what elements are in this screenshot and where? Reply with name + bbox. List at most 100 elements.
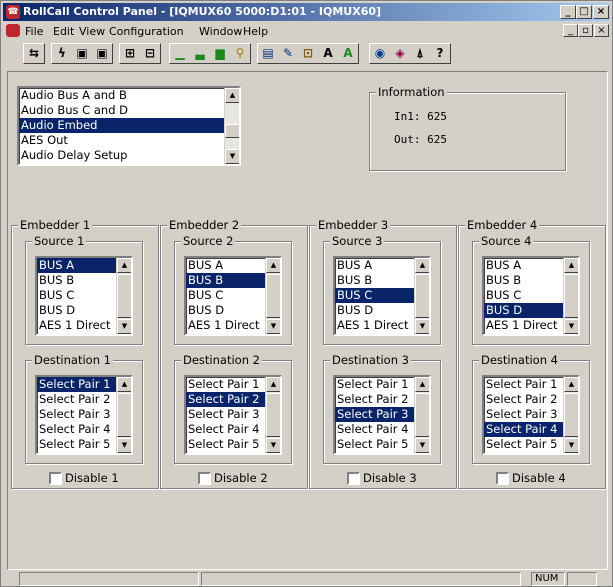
destination-list[interactable]: Select Pair 1 Select Pair 2 Select Pair 3S… [333,375,431,455]
mdi-close-button[interactable]: × [594,24,609,37]
scroll-up-icon[interactable]: ▲ [117,258,131,273]
list-item[interactable]: Select Pair 2 [335,392,414,407]
scroll-up-icon[interactable]: ▲ [415,377,429,392]
close-button[interactable]: × [593,5,609,19]
menu-window[interactable]: Window [199,25,242,38]
bar-large-icon[interactable]: ▆ [210,44,230,63]
list-item[interactable]: BUS C [484,288,563,303]
list-item[interactable]: Select Pair 5 [37,437,116,452]
scroll-down-icon[interactable]: ▼ [266,438,280,453]
list-item[interactable]: Select Pair 3 [37,407,116,422]
scrollbar[interactable]: ▲ ▼ [224,88,239,164]
scroll-thumb[interactable] [117,274,131,318]
save-icon[interactable]: ▣ [72,44,92,63]
list-item[interactable]: BUS D [335,303,414,318]
list-item[interactable]: BUS B [37,273,116,288]
scroll-up-icon[interactable]: ▲ [225,88,239,103]
save-all-icon[interactable]: ▣ [92,44,112,63]
list-item[interactable]: Select Pair 6 [335,452,414,453]
list-item[interactable]: Select Pair 1 [37,377,116,392]
list-item[interactable]: BUS B [484,273,563,288]
list-item[interactable]: AES 1 Direct [37,318,116,333]
list-item[interactable]: Select Pair 3 [186,407,265,422]
search-icon[interactable]: ⚲ [230,44,250,63]
list-item[interactable]: Select Pair 4 [186,422,265,437]
list-item[interactable]: Select Pair 2 [37,392,116,407]
list-item[interactable]: Select Pair 4 [335,422,414,437]
list-item[interactable]: Select Pair 6 [186,452,265,453]
scroll-down-icon[interactable]: ▼ [266,319,280,334]
document-icon[interactable] [6,24,20,37]
source-list[interactable]: BUS ABUS BBUS CBUS DAES 1 DirectAES 2 Di… [184,256,282,336]
bar-small-icon[interactable]: ▁ [170,44,190,63]
scroll-down-icon[interactable]: ▼ [117,438,131,453]
scroll-down-icon[interactable]: ▼ [117,319,131,334]
scroll-thumb[interactable] [266,274,280,318]
list-item[interactable]: AES 2 Direct [37,333,116,334]
list-item[interactable]: AES 2 Direct [186,333,265,334]
list-item[interactable]: Select Pair 3 [335,407,414,422]
question-icon[interactable]: ? [430,44,450,63]
disable-label[interactable]: Disable 4 [512,471,566,485]
destination-list[interactable]: Select Pair 1 Select Pair 2 Select Pair 3S… [184,375,282,455]
scroll-up-icon[interactable]: ▲ [564,377,578,392]
scrollbar[interactable]: ▲ ▼ [116,258,131,334]
menu-edit[interactable]: Edit [53,25,74,38]
list-item[interactable]: AES 1 Direct [484,318,563,333]
disable-label[interactable]: Disable 2 [214,471,268,485]
scroll-down-icon[interactable]: ▼ [564,438,578,453]
list-item[interactable]: Select Pair 3 [484,407,563,422]
list-item[interactable]: BUS A [37,258,116,273]
scroll-up-icon[interactable]: ▲ [266,377,280,392]
list-item[interactable]: BUS D [484,303,563,318]
list-item[interactable]: Select Pair 2 [484,392,563,407]
menu-help[interactable]: Help [243,25,268,38]
menu-configuration[interactable]: Configuration [109,25,184,38]
disable-checkbox[interactable] [198,472,211,485]
list-item[interactable]: Select Pair 6 [37,452,116,453]
source-list[interactable]: BUS ABUS BBUS CBUS DAES 1 DirectAES 2 Di… [333,256,431,336]
list-item[interactable]: BUS C [37,288,116,303]
scroll-thumb[interactable] [415,393,429,437]
scroll-down-icon[interactable]: ▼ [564,319,578,334]
list-item[interactable]: Select Pair 6 [484,452,563,453]
bar-medium-icon[interactable]: ▃ [190,44,210,63]
list-item[interactable]: Select Pair 4 [484,422,563,437]
scroll-down-icon[interactable]: ▼ [415,319,429,334]
scrollbar[interactable]: ▲ ▼ [563,258,578,334]
list-item[interactable]: Audio Bus A and B [19,88,224,103]
list-item[interactable]: Select Pair 2 [186,392,265,407]
list-item[interactable]: Select Pair 5 [335,437,414,452]
disable-checkbox[interactable] [49,472,62,485]
destination-list[interactable]: Select Pair 1 Select Pair 2 Select Pair 3S… [482,375,580,455]
lightning-icon[interactable]: ϟ [52,44,72,63]
network-icon[interactable]: ⊞ [120,44,140,63]
list-item[interactable]: BUS A [484,258,563,273]
list-item[interactable]: AES Out [19,133,224,148]
scrollbar[interactable]: ▲ ▼ [265,258,280,334]
scroll-thumb[interactable] [117,393,131,437]
disable-label[interactable]: Disable 3 [363,471,417,485]
list-item[interactable]: BUS A [335,258,414,273]
menu-view[interactable]: View [79,25,105,38]
scroll-up-icon[interactable]: ▲ [117,377,131,392]
scrollbar[interactable]: ▲ ▼ [563,377,578,453]
list-item[interactable]: Select Pair 1 [186,377,265,392]
scroll-thumb[interactable] [564,393,578,437]
list-item[interactable]: BUS C [335,288,414,303]
destination-list[interactable]: Select Pair 1 Select Pair 2 Select Pair 3S… [35,375,133,455]
list-item[interactable]: Select Pair 5 [186,437,265,452]
menu-list[interactable]: Audio Bus A and B Audio Bus C and D Audi… [17,86,241,166]
list-item[interactable]: BUS B [186,273,265,288]
source-list[interactable]: BUS ABUS BBUS CBUS DAES 1 DirectAES 2 Di… [35,256,133,336]
scrollbar[interactable]: ▲ ▼ [265,377,280,453]
source-list[interactable]: BUS ABUS BBUS CBUS DAES 1 DirectAES 2 Di… [482,256,580,336]
disable-checkbox[interactable] [496,472,509,485]
list-item[interactable]: Select Pair 4 [37,422,116,437]
list-item[interactable]: BUS B [335,273,414,288]
font-a-icon[interactable]: A [318,44,338,63]
scroll-thumb[interactable] [415,274,429,318]
scrollbar[interactable]: ▲ ▼ [414,377,429,453]
list-item[interactable]: BUS A [186,258,265,273]
disable-label[interactable]: Disable 1 [65,471,119,485]
